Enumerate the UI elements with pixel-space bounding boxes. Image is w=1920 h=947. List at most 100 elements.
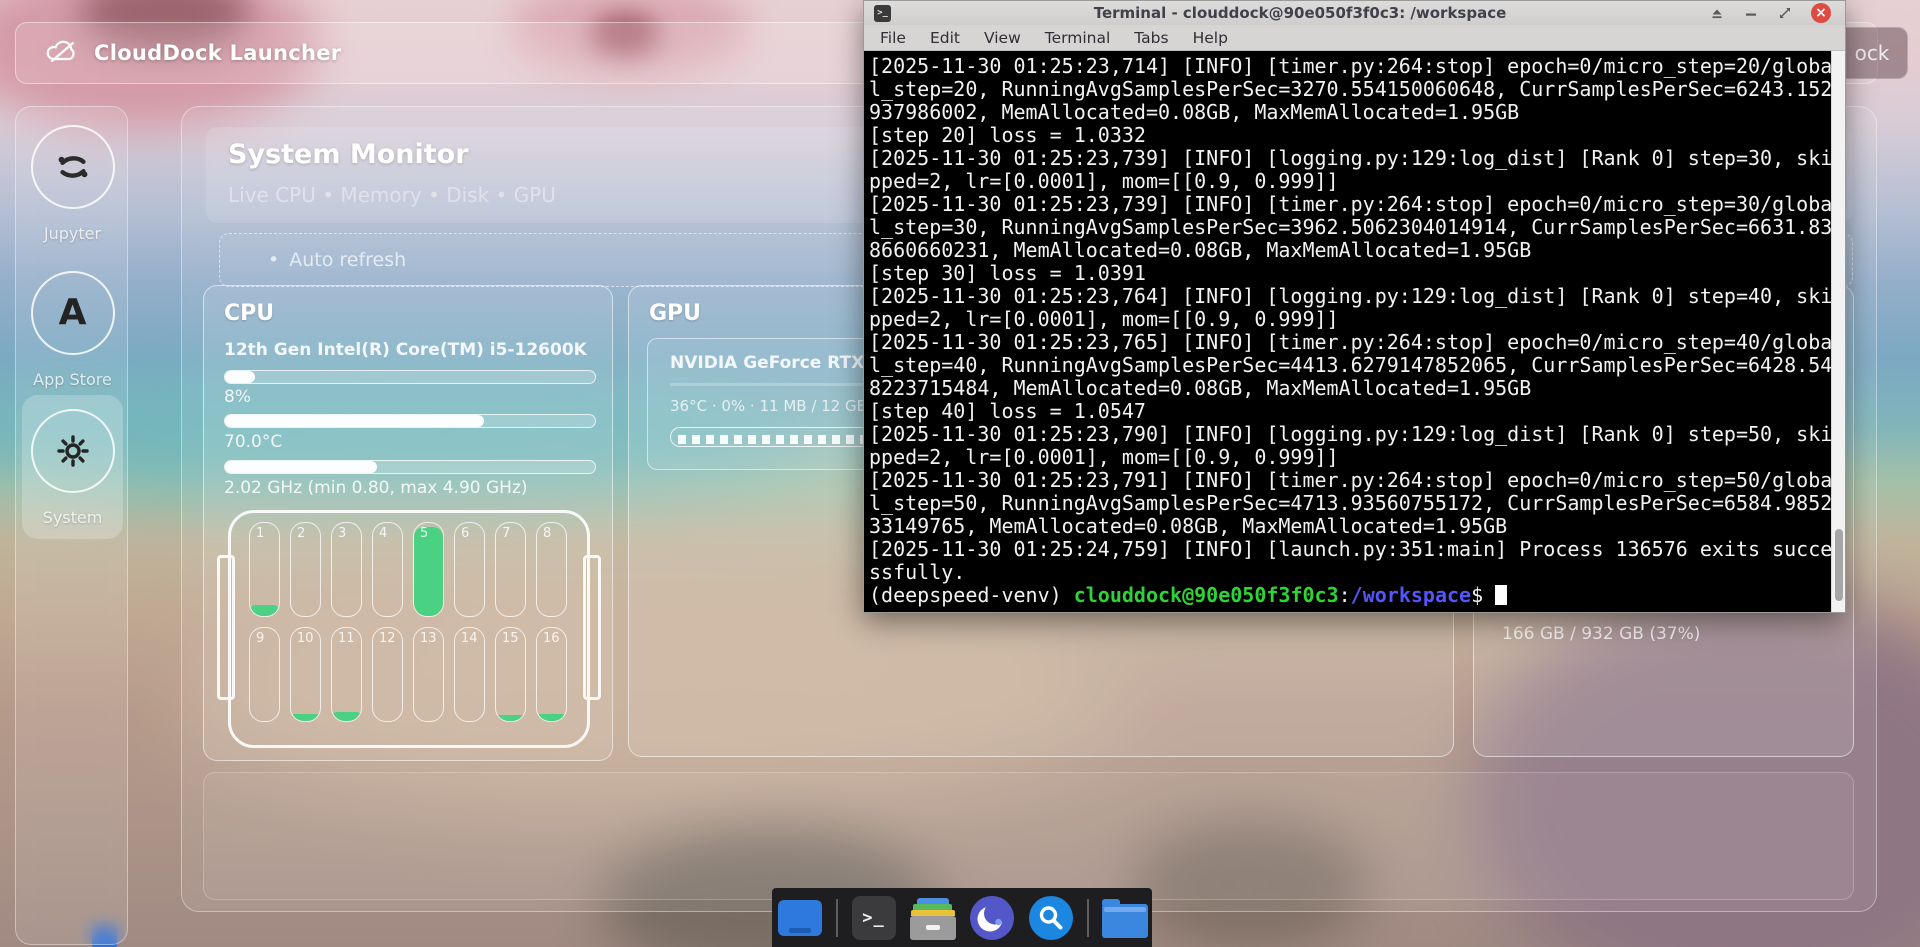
cpu-core-number: 9: [256, 631, 264, 646]
terminal-icon[interactable]: >_: [851, 895, 897, 941]
cpu-core-number: 6: [461, 526, 469, 541]
cpu-core-number: 1: [256, 526, 264, 541]
terminal-line: [2025-11-30 01:25:23,764] [INFO] [loggin…: [869, 285, 1831, 308]
sidebar-item-system[interactable]: System: [22, 395, 123, 539]
terminal-menubar: File Edit View Terminal Tabs Help: [864, 25, 1845, 51]
terminal-line: 8223715484, MemAllocated=0.08GB, MaxMemA…: [869, 377, 1831, 400]
terminal-titlebar[interactable]: >_ Terminal - clouddock@90e050f3f0c3: /w…: [864, 1, 1845, 25]
terminal-line: 8660660231, MemAllocated=0.08GB, MaxMemA…: [869, 239, 1831, 262]
launcher-title: CloudDock Launcher: [94, 41, 341, 65]
taskbar-dock: >_: [772, 888, 1152, 947]
cpu-core-number: 2: [297, 526, 305, 541]
cpu-core-cell: 8: [536, 522, 567, 617]
terminal-line: [2025-11-30 01:25:23,739] [INFO] [timer.…: [869, 193, 1831, 216]
menu-item-file[interactable]: File: [880, 29, 906, 47]
terminal-window-title: Terminal - clouddock@90e050f3f0c3: /work…: [891, 4, 1709, 22]
disk-usage-label: 166 GB / 932 GB (37%): [1502, 624, 1700, 644]
cpu-model: 12th Gen Intel(R) Core(TM) i5-12600K: [224, 340, 587, 360]
cpu-core-cell: 15: [495, 627, 526, 722]
show-desktop-icon[interactable]: [777, 895, 823, 941]
dock-button[interactable]: ock: [1836, 27, 1908, 79]
file-manager-icon[interactable]: [1102, 895, 1148, 941]
appstore-icon: A: [31, 271, 115, 355]
terminal-line: pped=2, lr=[0.0001], mom=[[0.9, 0.999]]: [869, 308, 1831, 331]
gpu-stats: 36°C · 0% · 11 MB / 12 GB: [670, 397, 867, 415]
sidebar-item-jupyter[interactable]: Jupyter: [16, 125, 129, 243]
cpu-freq-fill: [225, 461, 377, 473]
terminal-line: pped=2, lr=[0.0001], mom=[[0.9, 0.999]]: [869, 170, 1831, 193]
sidebar-item-app-store[interactable]: A App Store: [16, 271, 129, 389]
cpu-core-cell: 3: [331, 522, 362, 617]
minimize-icon[interactable]: [1743, 5, 1759, 21]
cpu-core-number: 5: [420, 526, 428, 541]
jupyter-icon: [31, 125, 115, 209]
menu-item-edit[interactable]: Edit: [930, 29, 960, 47]
cpu-core-number: 13: [420, 631, 437, 646]
cpu-core-number: 15: [502, 631, 519, 646]
monitor-bottom-section: [203, 772, 1854, 900]
sidebar-item-label: App Store: [33, 370, 112, 389]
terminal-line: l_step=40, RunningAvgSamplesPerSec=4413.…: [869, 354, 1831, 377]
terminal-line: ssfully.: [869, 561, 1831, 584]
dock-separator: [1087, 899, 1089, 937]
cpu-core-number: 7: [502, 526, 510, 541]
close-icon[interactable]: ×: [1811, 3, 1831, 23]
cpu-core-load-fill: [250, 605, 279, 616]
auto-refresh-label: Auto refresh: [289, 249, 406, 271]
cpu-usage-fill: [225, 371, 255, 383]
core-grid-right-handle: [583, 555, 601, 700]
cpu-temp-label: 70.0°C: [224, 432, 282, 452]
prompt-colon: :: [1339, 583, 1351, 607]
cpu-core-cell: 11: [331, 627, 362, 722]
cpu-core-grid: 12345678910111213141516: [228, 510, 590, 748]
cpu-core-cell: 9: [249, 627, 280, 722]
cpu-core-number: 4: [379, 526, 387, 541]
terminal-scrollbar-thumb[interactable]: [1835, 529, 1843, 601]
cpu-core-number: 14: [461, 631, 478, 646]
cpu-freq-bar: [224, 460, 596, 474]
cpu-core-cell: 1: [249, 522, 280, 617]
terminal-output[interactable]: [2025-11-30 01:25:23,714] [INFO] [timer.…: [864, 51, 1831, 612]
search-icon[interactable]: [1028, 895, 1074, 941]
terminal-line: 33149765, MemAllocated=0.08GB, MaxMemAll…: [869, 515, 1831, 538]
shade-icon[interactable]: [1709, 5, 1725, 21]
cpu-core-number: 8: [543, 526, 551, 541]
launcher-sidebar: Jupyter A App Store System: [15, 106, 128, 945]
terminal-line: [step 20] loss = 1.0332: [869, 124, 1831, 147]
auto-refresh-bullet: •: [268, 249, 279, 271]
cpu-core-number: 10: [297, 631, 314, 646]
cpu-temp-bar: [224, 414, 596, 428]
cpu-core-cell: 14: [454, 627, 485, 722]
terminal-line: [2025-11-30 01:25:23,714] [INFO] [timer.…: [869, 55, 1831, 78]
cpu-core-cell: 16: [536, 627, 567, 722]
cpu-core-number: 11: [338, 631, 355, 646]
maximize-icon[interactable]: [1777, 5, 1793, 21]
terminal-line: [2025-11-30 01:25:23,765] [INFO] [timer.…: [869, 331, 1831, 354]
dock-separator: [836, 899, 838, 937]
cpu-usage-label: 8%: [224, 387, 251, 407]
browser-icon[interactable]: [969, 895, 1015, 941]
terminal-line: [2025-11-30 01:25:24,759] [INFO] [launch…: [869, 538, 1831, 561]
cpu-core-number: 12: [379, 631, 396, 646]
core-grid-left-handle: [217, 555, 235, 700]
menu-item-tabs[interactable]: Tabs: [1134, 29, 1168, 47]
cpu-core-cell: 12: [372, 627, 403, 722]
menu-item-terminal[interactable]: Terminal: [1045, 29, 1111, 47]
cpu-core-cell: 10: [290, 627, 321, 722]
cpu-core-load-fill: [414, 527, 443, 616]
terminal-line: [2025-11-30 01:25:23,739] [INFO] [loggin…: [869, 147, 1831, 170]
cpu-core-cell: 13: [413, 627, 444, 722]
gpu-card-title: GPU: [649, 301, 701, 326]
sidebar-item-label: Jupyter: [44, 224, 101, 243]
prompt-dollar: $: [1471, 583, 1483, 607]
archive-manager-icon[interactable]: [910, 895, 956, 941]
terminal-scrollbar[interactable]: [1831, 51, 1845, 612]
menu-item-help[interactable]: Help: [1193, 29, 1228, 47]
cpu-core-cell: 5: [413, 522, 444, 617]
terminal-line: [step 30] loss = 1.0391: [869, 262, 1831, 285]
prompt-path: /workspace: [1351, 583, 1471, 607]
menu-item-view[interactable]: View: [984, 29, 1021, 47]
terminal-line: l_step=50, RunningAvgSamplesPerSec=4713.…: [869, 492, 1831, 515]
cpu-core-cell: 2: [290, 522, 321, 617]
cpu-core-cell: 6: [454, 522, 485, 617]
